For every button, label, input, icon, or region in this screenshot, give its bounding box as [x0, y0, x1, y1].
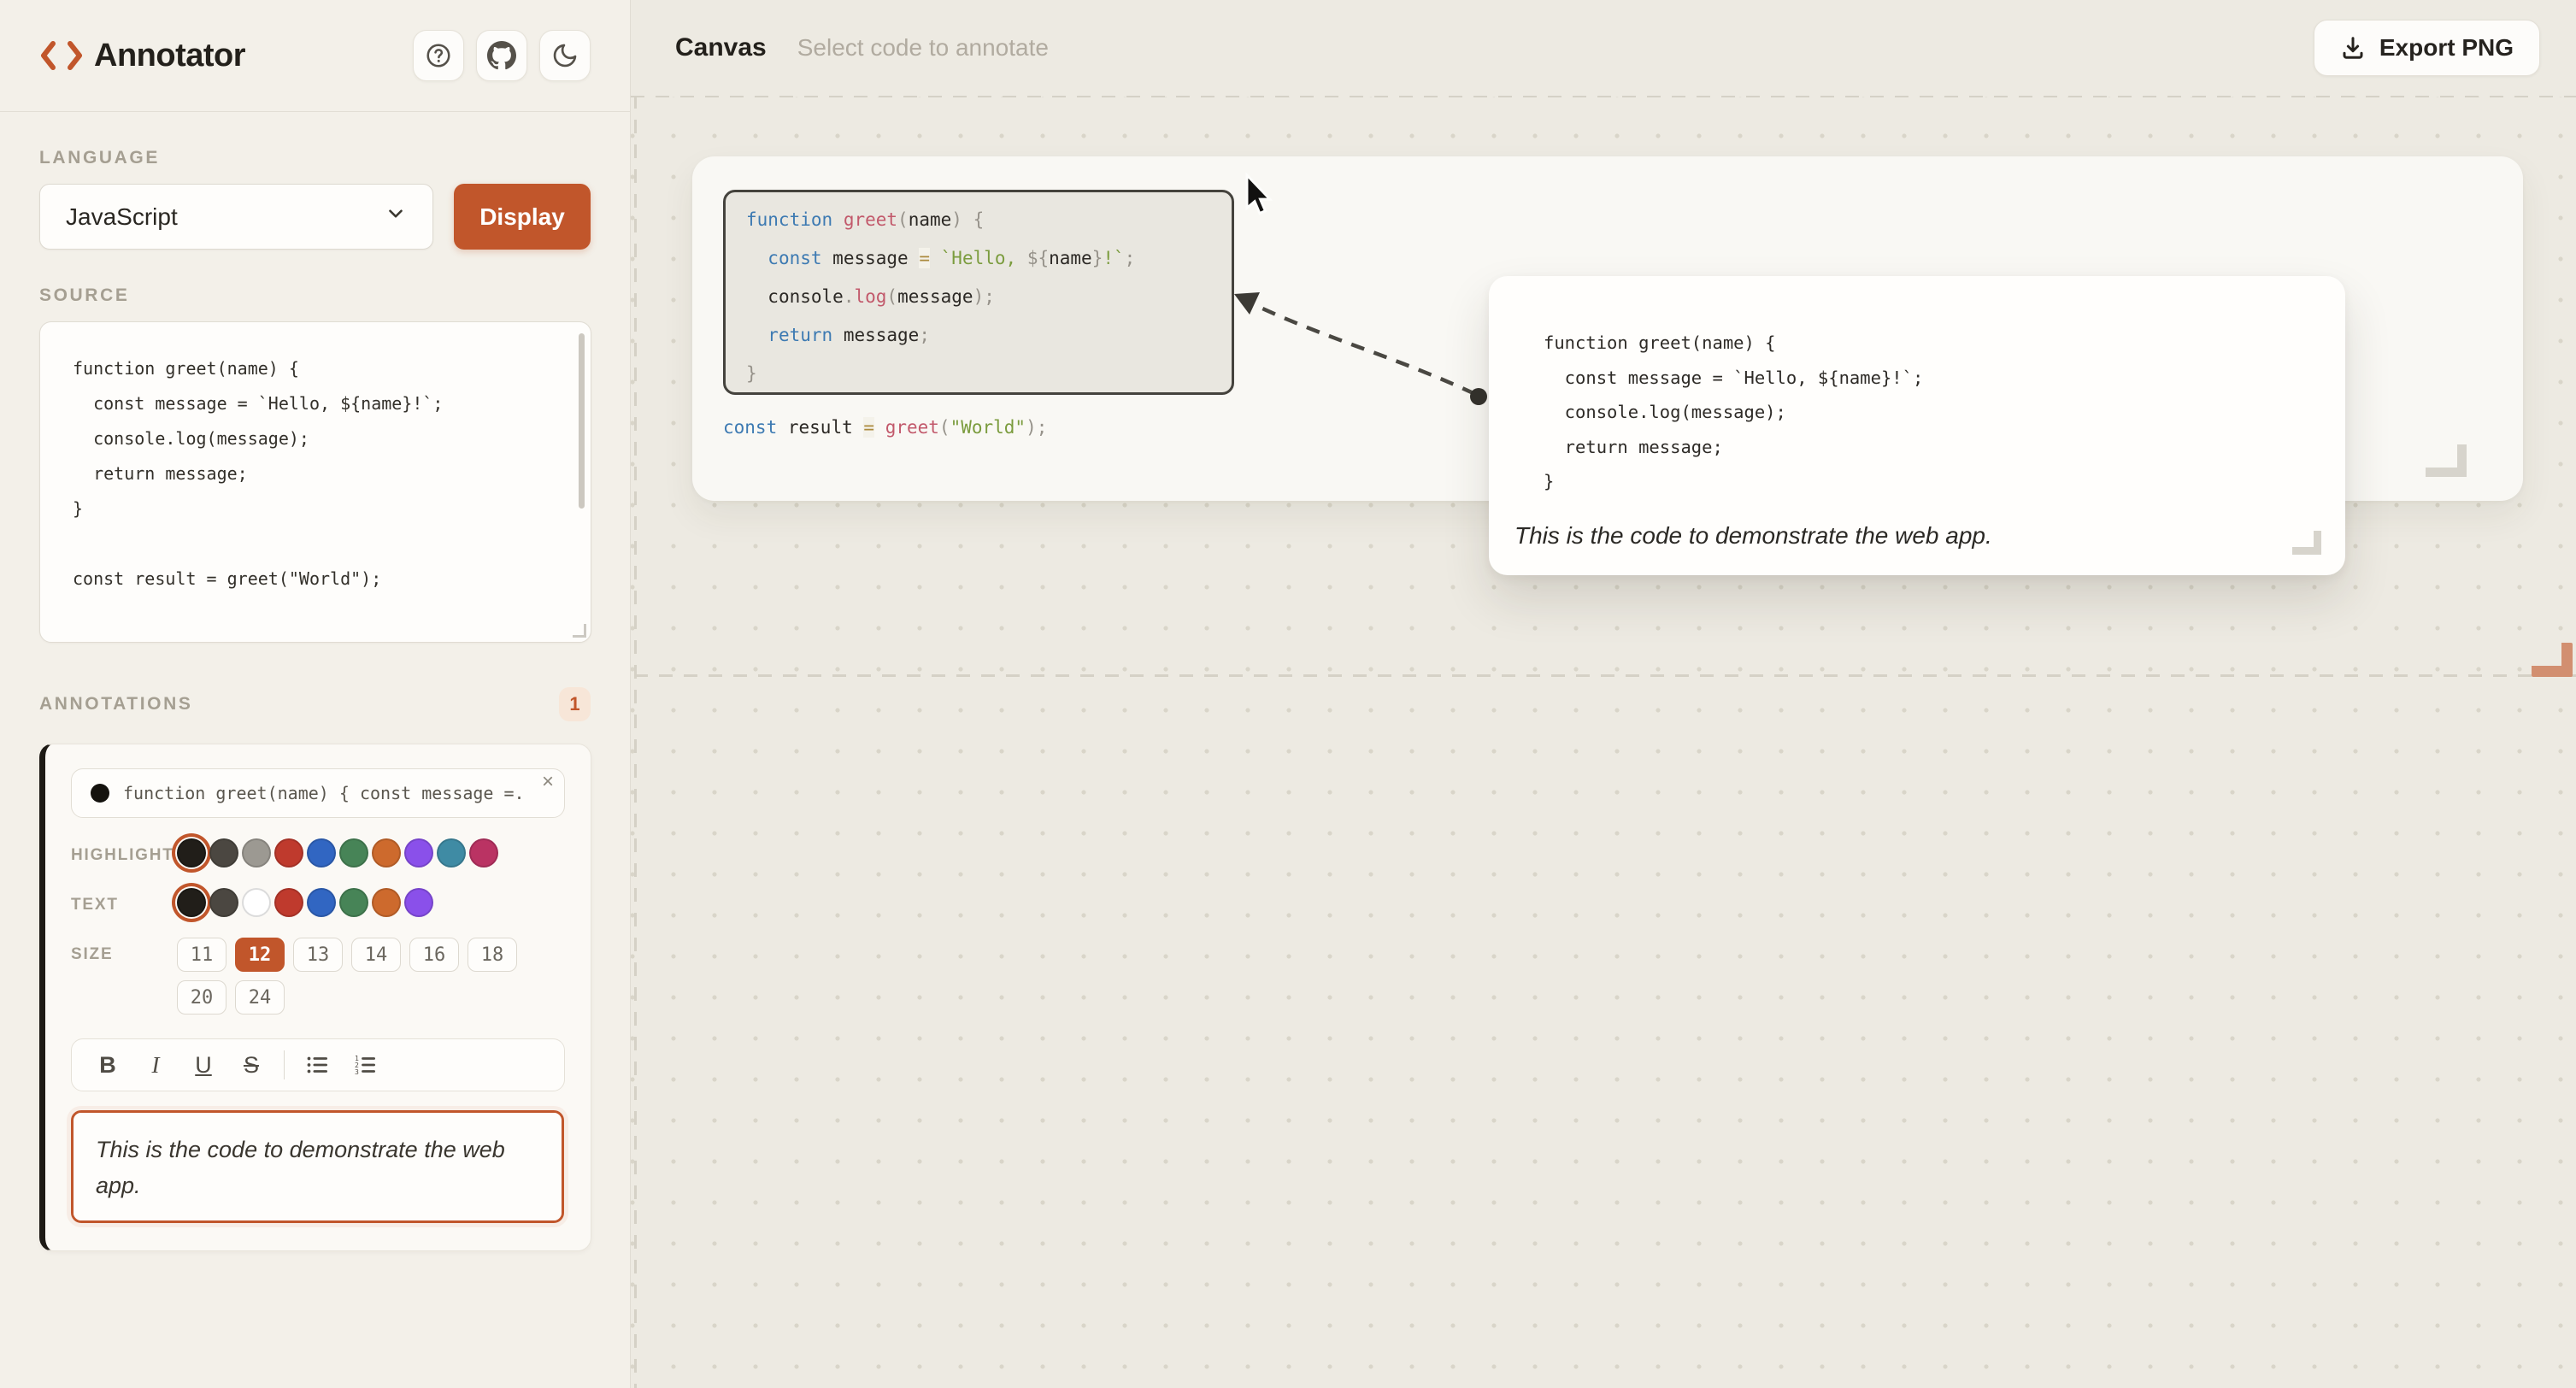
highlight-color-swatches: [177, 838, 498, 868]
text-color-swatches: [177, 888, 433, 917]
note-card-resize-handle[interactable]: [2292, 531, 2321, 555]
color-swatch[interactable]: [307, 838, 336, 868]
highlight-label: HIGHLIGHT: [71, 838, 177, 868]
color-swatch[interactable]: [307, 888, 336, 917]
export-frame-bottom-edge: [634, 674, 2576, 677]
source-scrollbar-thumb[interactable]: [579, 333, 585, 509]
toolbar-divider: [284, 1050, 285, 1079]
color-swatch[interactable]: [177, 888, 206, 917]
display-button[interactable]: Display: [454, 184, 591, 250]
annotation-note-input[interactable]: This is the code to demonstrate the web …: [71, 1110, 564, 1223]
source-label: SOURCE: [39, 285, 591, 306]
color-swatch[interactable]: [469, 838, 498, 868]
highlighted-code-block[interactable]: function greet(name) { const message = `…: [723, 190, 1234, 395]
source-resize-grip[interactable]: [573, 624, 586, 638]
chevron-down-icon: [385, 203, 407, 231]
github-button[interactable]: [476, 30, 527, 81]
app-title: Annotator: [94, 38, 245, 74]
annotations-label: ANNOTATIONS: [39, 694, 192, 715]
color-swatch[interactable]: [274, 838, 303, 868]
color-swatch[interactable]: [372, 888, 401, 917]
annotation-note-card[interactable]: function greet(name) { const message = `…: [1489, 276, 2345, 575]
result-code-line[interactable]: const result = greet("World");: [723, 417, 1047, 438]
color-swatch[interactable]: [404, 838, 433, 868]
size-option-18[interactable]: 18: [468, 938, 517, 972]
size-option-14[interactable]: 14: [351, 938, 401, 972]
size-option-12[interactable]: 12: [235, 938, 285, 972]
app-logo-code-icon: [39, 37, 84, 74]
note-card-code: function greet(name) { const message = `…: [1544, 326, 1923, 499]
board-card-resize-handle[interactable]: [2426, 444, 2467, 477]
italic-button[interactable]: I: [132, 1044, 179, 1085]
annotation-item: function greet(name) { const message =..…: [39, 744, 591, 1251]
note-card-text: This is the code to demonstrate the web …: [1514, 522, 1992, 550]
canvas-title: Canvas: [675, 33, 767, 62]
annotation-code-chip[interactable]: function greet(name) { const message =..…: [71, 768, 565, 818]
color-swatch[interactable]: [242, 838, 271, 868]
export-png-button[interactable]: Export PNG: [2314, 20, 2540, 76]
color-swatch[interactable]: [339, 888, 368, 917]
color-swatch[interactable]: [274, 888, 303, 917]
color-swatch[interactable]: [177, 838, 206, 868]
color-swatch[interactable]: [242, 888, 271, 917]
help-button[interactable]: [413, 30, 464, 81]
source-code-editor[interactable]: function greet(name) { const message = `…: [39, 321, 591, 643]
strikethrough-button[interactable]: S: [227, 1044, 275, 1085]
color-swatch[interactable]: [404, 888, 433, 917]
language-label: LANGUAGE: [39, 148, 591, 168]
color-swatch[interactable]: [339, 838, 368, 868]
annotation-color-dot: [91, 784, 109, 803]
bullet-list-button[interactable]: [293, 1044, 341, 1085]
color-swatch[interactable]: [209, 838, 238, 868]
canvas-hint: Select code to annotate: [797, 34, 1049, 62]
formatting-toolbar: B I U S 1 2 3: [71, 1038, 565, 1091]
canvas-topbar: Canvas Select code to annotate Export PN…: [631, 0, 2576, 96]
annotations-count-badge: 1: [559, 687, 591, 721]
dark-mode-toggle[interactable]: [539, 30, 591, 81]
bold-button[interactable]: B: [84, 1044, 132, 1085]
size-option-20[interactable]: 20: [177, 980, 226, 1015]
export-png-label: Export PNG: [2379, 34, 2514, 62]
sidebar-header: Annotator: [0, 0, 630, 112]
size-option-13[interactable]: 13: [293, 938, 343, 972]
underline-button[interactable]: U: [179, 1044, 227, 1085]
size-option-11[interactable]: 11: [177, 938, 226, 972]
size-label: SIZE: [71, 938, 177, 1015]
color-swatch[interactable]: [372, 838, 401, 868]
sidebar: Annotator LANGUAGE: [0, 0, 631, 1388]
download-icon: [2340, 35, 2366, 61]
size-option-24[interactable]: 24: [235, 980, 285, 1015]
annotation-remove-button[interactable]: ×: [542, 769, 554, 795]
svg-text:3: 3: [355, 1067, 359, 1076]
language-select[interactable]: JavaScript: [39, 184, 433, 250]
text-color-label: TEXT: [71, 888, 177, 917]
annotation-chip-text: function greet(name) { const message =..…: [123, 783, 526, 803]
ordered-list-button[interactable]: 1 2 3: [341, 1044, 389, 1085]
export-frame-left-edge: [634, 95, 637, 1388]
export-frame-resize-handle[interactable]: [2532, 643, 2573, 677]
size-option-16[interactable]: 16: [409, 938, 459, 972]
color-swatch[interactable]: [437, 838, 466, 868]
color-swatch[interactable]: [209, 888, 238, 917]
font-size-options: 11 12131416 18 20 24: [177, 938, 565, 1015]
language-selected-value: JavaScript: [66, 203, 178, 231]
